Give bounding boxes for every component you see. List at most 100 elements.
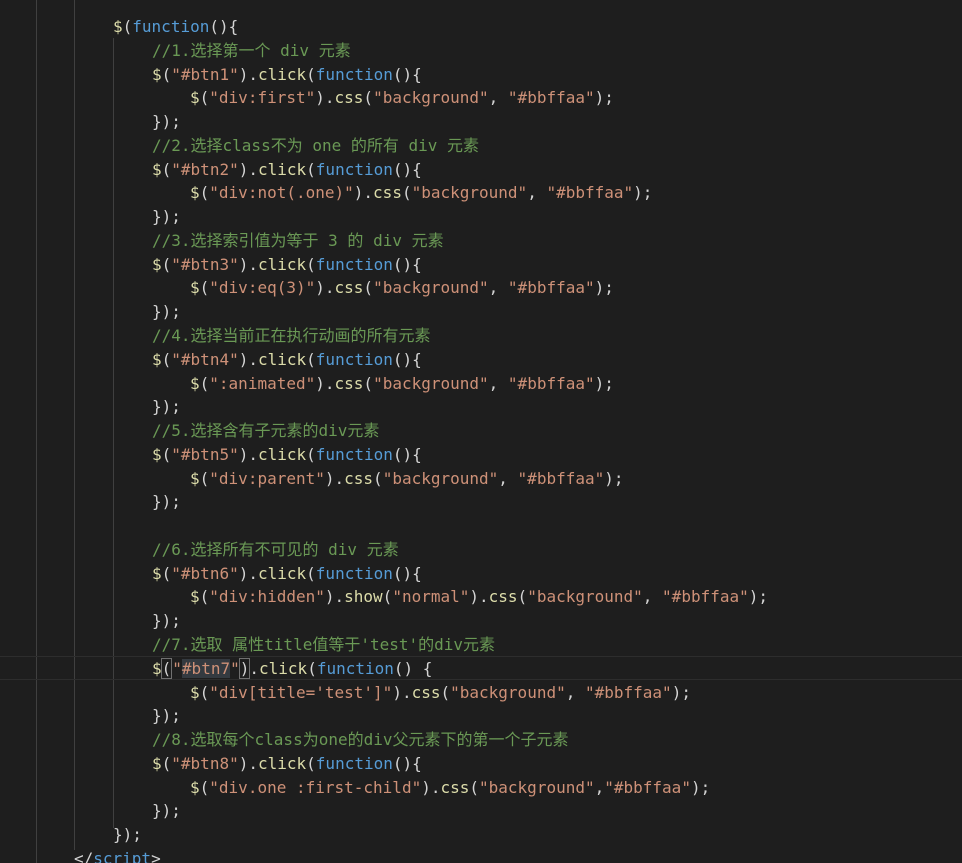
code-line[interactable]: $(":animated").css("background", "#bbffa…: [190, 372, 614, 396]
code-token: ,: [488, 373, 508, 393]
code-token: "#bbffaa": [584, 682, 672, 702]
code-token: });: [152, 112, 181, 132]
code-token: $: [190, 373, 200, 393]
code-token: () {: [393, 658, 433, 678]
code-line[interactable]: });: [152, 205, 181, 229]
code-token: ).: [238, 64, 258, 84]
code-token: click: [257, 159, 307, 179]
code-token: $: [152, 349, 162, 369]
code-token: click: [257, 753, 307, 773]
code-token: (){: [209, 17, 239, 36]
code-line[interactable]: //3.选择索引值为等于 3 的 div 元素: [152, 229, 444, 253]
code-line[interactable]: });: [152, 799, 181, 823]
code-token: });: [113, 825, 142, 845]
code-line[interactable]: $("div:not(.one)").css("background", "#b…: [190, 181, 652, 205]
code-token: "#bbffaa": [507, 278, 595, 298]
code-line[interactable]: $("div:eq(3)").css("background", "#bbffa…: [190, 276, 614, 300]
code-line[interactable]: </script>: [74, 847, 161, 863]
code-token: (){: [392, 64, 422, 84]
code-token: css: [344, 468, 374, 488]
code-token: ,: [488, 88, 508, 108]
code-token: "div:parent": [209, 468, 325, 488]
code-line[interactable]: });: [152, 110, 181, 134]
code-line[interactable]: $("div:parent").css("background", "#bbff…: [190, 467, 624, 491]
code-token: "#btn4": [171, 349, 239, 369]
code-line[interactable]: $("div[title='test']").css("background",…: [190, 681, 691, 705]
code-line[interactable]: });: [152, 395, 181, 419]
code-line[interactable]: $("div:first").css("background", "#bbffa…: [190, 86, 614, 110]
code-line[interactable]: //8.选取每个class为one的div父元素下的第一个子元素: [152, 728, 569, 752]
code-token: (: [363, 373, 374, 393]
code-token: (: [373, 468, 383, 488]
code-line[interactable]: $("div:hidden").show("normal").css("back…: [190, 585, 768, 609]
code-token: });: [152, 492, 181, 512]
code-token: click: [259, 658, 308, 678]
code-token: ).: [238, 349, 258, 369]
code-token: $: [190, 183, 200, 203]
code-token: "#bbffaa": [604, 777, 691, 797]
code-token: (: [306, 444, 316, 464]
code-token: });: [152, 611, 181, 631]
code-line[interactable]: $(function(){: [113, 15, 238, 39]
code-token: ).: [238, 753, 258, 773]
code-token: ":animated": [209, 373, 316, 393]
code-line[interactable]: });: [113, 823, 142, 847]
code-token: ": [172, 658, 182, 678]
code-token: ).: [315, 88, 335, 108]
code-token: ).: [238, 254, 258, 274]
code-token: (: [307, 658, 317, 678]
code-line[interactable]: $("#btn8").click(function(){: [152, 752, 422, 776]
code-token: "div:hidden": [209, 587, 325, 607]
code-line[interactable]: });: [152, 490, 181, 514]
code-token: "div[title='test']": [209, 682, 393, 702]
code-token: $: [190, 88, 200, 108]
code-token: "#btn5": [171, 444, 239, 464]
code-token: );: [594, 88, 614, 108]
code-line[interactable]: //1.选择第一个 div 元素: [152, 39, 351, 63]
code-token: (: [161, 64, 172, 84]
code-token: ).: [392, 682, 412, 702]
code-token: "div.one :first-child": [209, 777, 422, 797]
code-token: function: [315, 254, 393, 274]
code-token: $: [190, 682, 200, 702]
code-line[interactable]: $("#btn1").click(function(){: [152, 63, 422, 87]
code-token: ).: [238, 159, 258, 179]
code-editor[interactable]: $(function(){//1.选择第一个 div 元素 $("#btn1").…: [0, 0, 962, 863]
code-token: });: [152, 801, 181, 821]
code-token: ,: [488, 278, 508, 298]
code-token: //1.选择第一个 div 元素: [152, 40, 351, 60]
code-line[interactable]: });: [152, 704, 181, 728]
code-token: "background": [373, 88, 489, 108]
code-token: $: [152, 444, 162, 464]
code-line[interactable]: //4.选择当前正在执行动画的所有元素: [152, 324, 431, 348]
code-token: (: [199, 682, 210, 702]
code-token: (: [122, 17, 133, 36]
code-token: });: [152, 302, 181, 322]
code-token: $: [152, 64, 162, 84]
code-token: function: [315, 753, 393, 773]
code-token: (: [440, 682, 451, 702]
code-line[interactable]: $("div.one :first-child").css("backgroun…: [190, 776, 710, 800]
code-token: css: [373, 183, 402, 203]
code-line[interactable]: });: [152, 609, 181, 633]
code-line[interactable]: //7.选取 属性title值等于'test'的div元素: [152, 633, 495, 657]
code-line[interactable]: //2.选择class不为 one 的所有 div 元素: [152, 134, 479, 158]
code-token: ): [238, 657, 251, 679]
code-token: click: [257, 563, 307, 583]
code-token: "background": [411, 183, 528, 203]
code-line[interactable]: });: [152, 300, 181, 324]
code-line[interactable]: $("#btn7").click(function() {: [152, 657, 432, 681]
code-token: ).: [324, 587, 345, 607]
code-line[interactable]: $("#btn5").click(function(){: [152, 443, 422, 467]
code-token: .: [249, 658, 260, 678]
code-token: (: [363, 88, 374, 108]
code-line[interactable]: $("#btn6").click(function(){: [152, 562, 422, 586]
code-token: "#btn1": [171, 64, 239, 84]
code-line[interactable]: $("#btn2").click(function(){: [152, 158, 422, 182]
code-line[interactable]: //6.选择所有不可见的 div 元素: [152, 538, 399, 562]
code-token: (: [199, 88, 210, 108]
code-line[interactable]: //5.选择含有子元素的div元素: [152, 419, 379, 443]
code-token: $: [152, 563, 162, 583]
code-line[interactable]: $("#btn3").click(function(){: [152, 253, 422, 277]
code-line[interactable]: $("#btn4").click(function(){: [152, 348, 422, 372]
